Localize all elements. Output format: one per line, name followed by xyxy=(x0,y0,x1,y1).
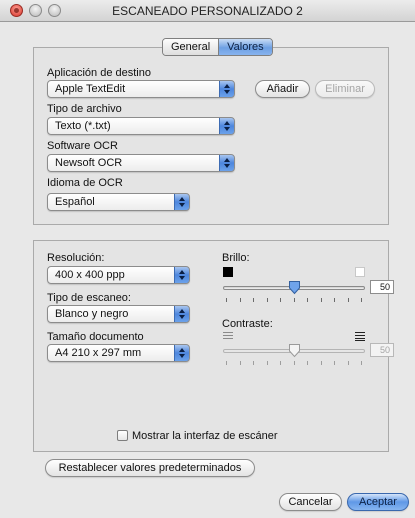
document-size-label: Tamaño documento xyxy=(47,331,144,343)
slider-tick xyxy=(307,361,308,365)
ocr-language-value: Español xyxy=(55,196,95,208)
slider-tick xyxy=(294,361,295,365)
ocr-software-label: Software OCR xyxy=(47,140,118,152)
slider-tick xyxy=(226,361,227,365)
scan-settings-window: ESCANEADO PERSONALIZADO 2 General Valore… xyxy=(0,0,415,518)
slider-tick xyxy=(240,298,241,302)
ocr-language-label: Idioma de OCR xyxy=(47,177,123,189)
document-size-popup[interactable]: A4 210 x 297 mm xyxy=(47,344,190,362)
scan-type-popup[interactable]: Blanco y negro xyxy=(47,305,190,323)
show-scanner-interface-label[interactable]: Mostrar la interfaz de escáner xyxy=(132,430,278,442)
slider-tick xyxy=(361,298,362,302)
popup-arrows-icon xyxy=(174,306,189,322)
light-swatch-icon xyxy=(355,267,365,277)
destination-app-popup[interactable]: Apple TextEdit xyxy=(47,80,235,98)
high-contrast-icon xyxy=(355,332,365,341)
slider-ticks xyxy=(223,298,365,302)
show-scanner-interface-checkbox[interactable] xyxy=(117,430,128,441)
title-bar: ESCANEADO PERSONALIZADO 2 xyxy=(0,0,415,22)
popup-arrows-icon xyxy=(174,345,189,361)
add-button[interactable]: Añadir xyxy=(255,80,310,98)
remove-button[interactable]: Eliminar xyxy=(315,80,375,98)
slider-tick xyxy=(267,361,268,365)
ocr-software-value: Newsoft OCR xyxy=(55,157,123,169)
slider-tick xyxy=(280,298,281,302)
brightness-label: Brillo: xyxy=(222,252,250,264)
ocr-language-popup[interactable]: Español xyxy=(47,193,190,211)
slider-thumb[interactable] xyxy=(288,280,301,295)
slider-tick xyxy=(361,361,362,365)
slider-tick xyxy=(226,298,227,302)
slider-tick xyxy=(321,361,322,365)
slider-tick xyxy=(348,361,349,365)
slider-tick xyxy=(321,298,322,302)
slider-thumb[interactable] xyxy=(288,343,301,358)
brightness-slider[interactable] xyxy=(223,279,365,305)
brightness-value-field[interactable]: 50 xyxy=(370,280,394,294)
contrast-slider[interactable] xyxy=(223,342,365,368)
resolution-popup[interactable]: 400 x 400 ppp xyxy=(47,266,190,284)
destination-app-label: Aplicación de destino xyxy=(47,67,151,79)
file-type-label: Tipo de archivo xyxy=(47,103,122,115)
scan-type-label: Tipo de escaneo: xyxy=(47,292,131,304)
slider-tick xyxy=(280,361,281,365)
slider-tick xyxy=(348,298,349,302)
dark-swatch-icon xyxy=(223,267,233,277)
destination-app-value: Apple TextEdit xyxy=(55,83,126,95)
popup-arrows-icon xyxy=(174,267,189,283)
tab-bar: General Valores xyxy=(162,38,273,56)
slider-tick xyxy=(307,298,308,302)
slider-tick xyxy=(334,298,335,302)
resolution-value: 400 x 400 ppp xyxy=(55,269,125,281)
cancel-button[interactable]: Cancelar xyxy=(279,493,342,511)
window-title: ESCANEADO PERSONALIZADO 2 xyxy=(112,4,303,18)
popup-arrows-icon xyxy=(174,194,189,210)
slider-tick xyxy=(253,298,254,302)
resolution-label: Resolución: xyxy=(47,252,105,264)
reset-defaults-button[interactable]: Restablecer valores predeterminados xyxy=(45,459,255,477)
slider-tick xyxy=(240,361,241,365)
file-type-popup[interactable]: Texto (*.txt) xyxy=(47,117,235,135)
tab-valores[interactable]: Valores xyxy=(218,39,272,55)
contrast-value-field[interactable]: 50 xyxy=(370,343,394,357)
popup-arrows-icon xyxy=(219,118,234,134)
document-size-value: A4 210 x 297 mm xyxy=(55,347,142,359)
slider-tick xyxy=(334,361,335,365)
low-contrast-icon xyxy=(223,332,233,341)
slider-tick xyxy=(253,361,254,365)
ocr-software-popup[interactable]: Newsoft OCR xyxy=(47,154,235,172)
slider-ticks xyxy=(223,361,365,365)
slider-tick xyxy=(294,298,295,302)
popup-arrows-icon xyxy=(219,155,234,171)
tab-general[interactable]: General xyxy=(163,39,219,55)
popup-arrows-icon xyxy=(219,81,234,97)
scan-type-value: Blanco y negro xyxy=(55,308,129,320)
accept-button[interactable]: Aceptar xyxy=(347,493,409,511)
contrast-label: Contraste: xyxy=(222,318,273,330)
slider-tick xyxy=(267,298,268,302)
file-type-value: Texto (*.txt) xyxy=(55,120,111,132)
